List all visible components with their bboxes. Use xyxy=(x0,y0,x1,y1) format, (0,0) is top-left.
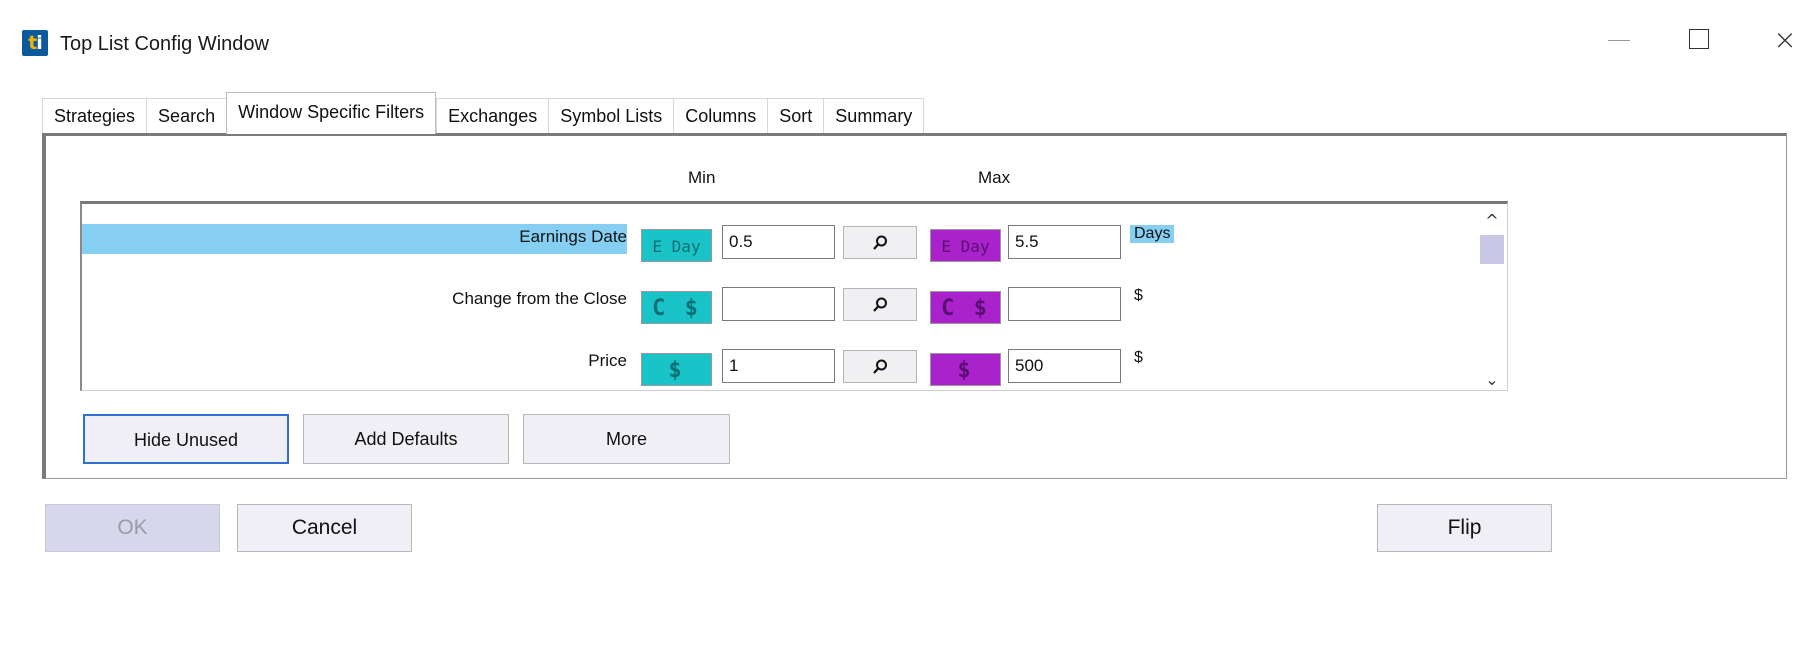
max-value-input[interactable]: 500 xyxy=(1008,349,1121,383)
unit-label: $ xyxy=(1134,287,1143,304)
hide-unused-button[interactable]: Hide Unused xyxy=(83,414,289,464)
unit-label: $ xyxy=(1134,349,1143,366)
tab-bar: Strategies Search Window Specific Filter… xyxy=(42,92,925,134)
max-filter-badge-icon[interactable]: $ xyxy=(930,353,1001,386)
search-button[interactable] xyxy=(843,350,917,383)
min-filter-badge-icon[interactable]: C $ xyxy=(641,291,712,324)
add-defaults-button[interactable]: Add Defaults xyxy=(303,414,509,464)
tab-columns[interactable]: Columns xyxy=(673,98,768,134)
top-list-config-window: ti Top List Config Window × Strategies S… xyxy=(0,0,1809,654)
title-bar: ti Top List Config Window × xyxy=(0,0,1809,80)
filter-list[interactable]: Earnings Date E Day 0.5 E Day 5.5 Days C… xyxy=(80,201,1508,391)
min-value-input[interactable]: 1 xyxy=(722,349,835,383)
tab-search[interactable]: Search xyxy=(146,98,227,134)
tab-exchanges[interactable]: Exchanges xyxy=(436,98,549,134)
close-button[interactable]: × xyxy=(1760,20,1809,60)
cancel-button[interactable]: Cancel xyxy=(237,504,412,552)
minimize-icon xyxy=(1608,40,1630,41)
scroll-down-arrow-icon[interactable]: ⌄ xyxy=(1480,370,1504,389)
filter-row-change-from-close[interactable]: Change from the Close C $ C $ $ xyxy=(82,276,1482,324)
min-value-input[interactable]: 0.5 xyxy=(722,225,835,259)
magnifier-icon xyxy=(873,359,887,374)
app-logo-icon: ti xyxy=(22,30,48,56)
ok-button[interactable]: OK xyxy=(45,504,220,552)
min-column-header: Min xyxy=(688,168,716,187)
tab-summary[interactable]: Summary xyxy=(823,98,925,134)
filter-row-price[interactable]: Price $ 1 $ 500 $ xyxy=(82,338,1482,386)
filter-row-earnings-date[interactable]: Earnings Date E Day 0.5 E Day 5.5 Days xyxy=(82,214,1482,262)
window-title: Top List Config Window xyxy=(60,33,269,55)
filter-label: Change from the Close xyxy=(452,289,627,308)
max-column-header: Max xyxy=(978,168,1011,187)
close-icon: × xyxy=(1773,23,1797,56)
min-value-input[interactable] xyxy=(722,287,835,321)
min-filter-badge-icon[interactable]: E Day xyxy=(641,229,712,262)
max-value-input[interactable] xyxy=(1008,287,1121,321)
max-value-input[interactable]: 5.5 xyxy=(1008,225,1121,259)
unit-label: Days xyxy=(1130,225,1175,243)
filter-label: Earnings Date xyxy=(82,224,627,254)
search-button[interactable] xyxy=(843,226,917,259)
tab-symbol-lists[interactable]: Symbol Lists xyxy=(548,98,674,134)
scroll-up-arrow-icon[interactable]: ^ xyxy=(1480,211,1504,230)
maximize-button[interactable] xyxy=(1676,20,1726,60)
maximize-icon xyxy=(1689,29,1709,49)
scrollbar-thumb[interactable] xyxy=(1480,235,1504,264)
tab-sort[interactable]: Sort xyxy=(767,98,824,134)
filter-label: Price xyxy=(588,351,627,370)
tab-strategies[interactable]: Strategies xyxy=(42,98,147,134)
min-filter-badge-icon[interactable]: $ xyxy=(641,353,712,386)
max-filter-badge-icon[interactable]: E Day xyxy=(930,229,1001,262)
more-button[interactable]: More xyxy=(523,414,730,464)
search-button[interactable] xyxy=(843,288,917,321)
flip-button[interactable]: Flip xyxy=(1377,504,1552,552)
max-filter-badge-icon[interactable]: C $ xyxy=(930,291,1001,324)
magnifier-icon xyxy=(873,235,887,250)
magnifier-icon xyxy=(873,297,887,312)
tab-window-specific-filters[interactable]: Window Specific Filters xyxy=(226,92,437,134)
minimize-button[interactable] xyxy=(1595,20,1645,60)
